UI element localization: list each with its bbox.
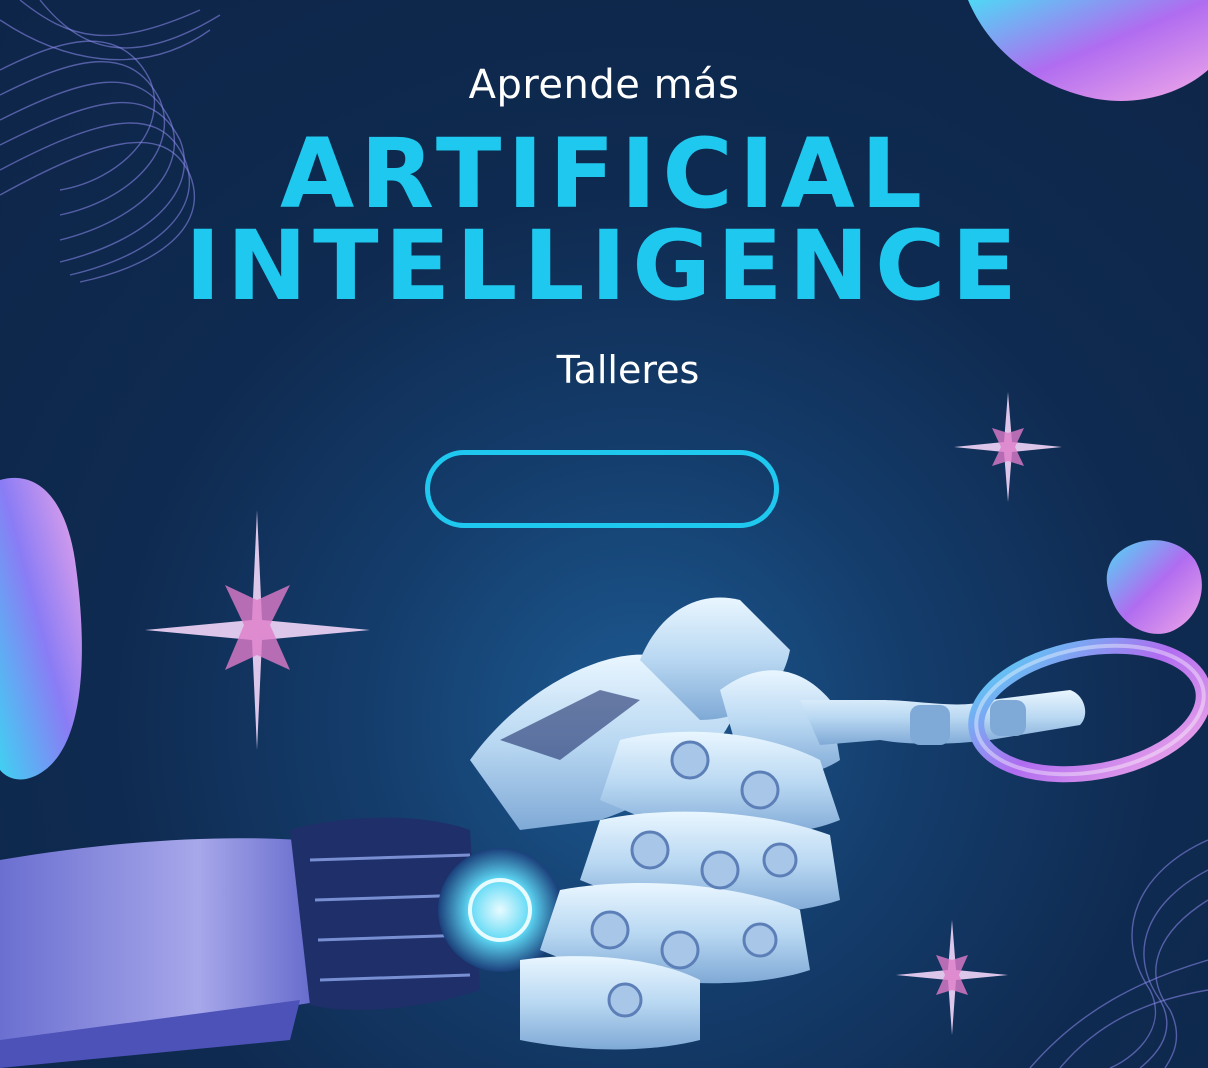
headline: ARTIFICIAL INTELLIGENCE: [0, 118, 1208, 322]
iridescent-blob-small: [1106, 540, 1202, 634]
workshops-label: Talleres: [556, 348, 700, 392]
iridescent-blob-left: [0, 477, 82, 780]
sparkle-star-bottom: [896, 920, 1008, 1035]
cta-button[interactable]: [425, 450, 779, 528]
kicker-text: Aprende más: [468, 62, 740, 108]
sparkle-star-left: [145, 510, 370, 750]
sparkle-star-right: [954, 392, 1062, 502]
wire-mesh-bottom-right: [1029, 839, 1208, 1068]
headline-line-1: ARTIFICIAL: [279, 118, 929, 230]
robot-hand-illustration: [0, 597, 1086, 1068]
ai-poster: Aprende más ARTIFICIAL INTELLIGENCE Tall…: [0, 0, 1208, 1068]
headline-line-2: INTELLIGENCE: [185, 210, 1023, 322]
